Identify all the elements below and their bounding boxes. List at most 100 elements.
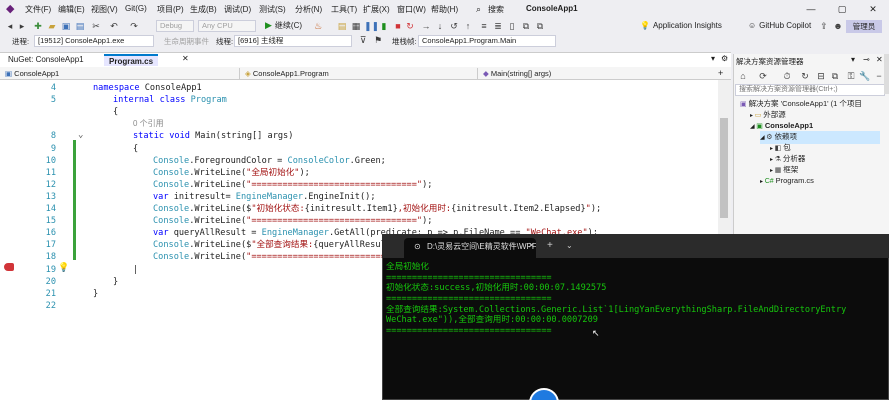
close-window-button[interactable]: ✕ xyxy=(858,2,888,16)
console-tab[interactable]: ⊙ D:\灵易云空间\E精灵软件\WPF xyxy=(404,238,536,258)
continue-button[interactable]: ▶ 继续(C) xyxy=(265,20,302,31)
code-line[interactable]: 11 Console.WriteLine("全局初始化"); xyxy=(0,167,718,179)
menu-item[interactable]: 编辑(E) xyxy=(58,4,85,15)
open-folder-icon[interactable]: ▰ xyxy=(46,20,58,32)
show-all-files-icon[interactable]: ⧉ xyxy=(829,70,841,82)
close-tab-icon[interactable]: ✕ xyxy=(182,54,189,63)
show-next-statement-icon[interactable]: → xyxy=(420,20,432,32)
lifecycle-events-label[interactable]: 生命周期事件 xyxy=(164,36,209,47)
collapse-all-icon[interactable]: ⊟ xyxy=(815,70,827,82)
wrench-icon[interactable]: 🔧 xyxy=(859,70,871,82)
back-icon[interactable]: ◂ xyxy=(4,20,16,32)
refresh-icon[interactable]: ↻ xyxy=(799,70,811,82)
code-line[interactable]: 12 Console.WriteLine("===================… xyxy=(0,179,718,191)
split-editor-icon[interactable]: + xyxy=(718,68,723,78)
console-output[interactable]: 全局初始化 ================================ 初始化… xyxy=(386,262,889,337)
cut-icon[interactable]: ✂ xyxy=(90,20,102,32)
menu-item[interactable]: 文件(F) xyxy=(25,4,51,15)
menu-item[interactable]: 项目(P) xyxy=(157,4,184,15)
step-over-icon[interactable]: ↺ xyxy=(448,20,460,32)
tab-list-dropdown-icon[interactable]: ▾ xyxy=(711,54,715,63)
pause-icon[interactable]: ❚❚ xyxy=(364,20,379,32)
home-icon[interactable]: ⌂ xyxy=(737,70,749,82)
tab-menu-chevron-down-icon[interactable]: ⌄ xyxy=(566,241,573,250)
break-icon[interactable]: ▮ xyxy=(378,20,390,32)
process-dropdown[interactable]: [19512] ConsoleApp1.exe xyxy=(34,35,154,47)
bookmark-next-icon[interactable]: ⧉ xyxy=(520,20,532,32)
code-line[interactable]: 15 Console.WriteLine("===================… xyxy=(0,215,718,227)
admin-badge[interactable]: 管理员 xyxy=(846,20,882,33)
diagnostics-icon[interactable]: ▤ xyxy=(336,20,348,32)
feedback-icon[interactable]: ☻ xyxy=(832,20,844,32)
member-dropdown[interactable]: ◆ Main(string[] args) xyxy=(480,68,716,79)
menu-item[interactable]: 帮助(H) xyxy=(431,4,458,15)
stop-icon[interactable]: ■ xyxy=(392,20,404,32)
tab-program-cs[interactable]: Program.cs xyxy=(104,54,159,66)
flag-icon[interactable]: ⚑ xyxy=(372,34,384,46)
menu-item[interactable]: 生成(B) xyxy=(190,4,217,15)
search-button[interactable]: ⌕ 搜索 xyxy=(476,2,516,16)
configuration-dropdown[interactable]: Debug xyxy=(156,20,194,32)
application-insights-button[interactable]: 💡 Application Insights xyxy=(640,21,722,30)
code-line[interactable]: 5 internal class Program xyxy=(0,94,718,106)
menu-item[interactable]: 测试(S) xyxy=(259,4,286,15)
redo-icon[interactable]: ↷ xyxy=(128,20,140,32)
code-line[interactable]: 0 个引用 xyxy=(0,118,718,130)
close-console-tab-icon[interactable]: ✕ xyxy=(528,241,535,250)
pending-changes-icon[interactable]: ⏱ xyxy=(781,70,793,82)
fold-toggle-icon[interactable]: ⌄ xyxy=(78,130,83,140)
stack-frame-dropdown[interactable]: ConsoleApp1.Program.Main xyxy=(418,35,556,47)
gear-icon[interactable]: ⚙ xyxy=(721,54,728,63)
tree-item[interactable]: ▸ C# Program.cs xyxy=(760,175,814,188)
code-line[interactable]: 10 Console.ForegroundColor = ConsoleColor… xyxy=(0,155,718,167)
live-share-icon[interactable]: ⇪ xyxy=(818,20,830,32)
thread-dropdown[interactable]: [6916] 主线程 xyxy=(234,35,352,47)
current-statement-arrow-icon[interactable] xyxy=(4,263,14,271)
comment-icon[interactable]: ≣ xyxy=(492,20,504,32)
code-line[interactable]: 14 Console.WriteLine($"初始化状态:{initresult.… xyxy=(0,203,718,215)
hot-reload-icon[interactable]: ♨ xyxy=(312,20,324,32)
tab-nuget[interactable]: NuGet: ConsoleApp1 xyxy=(3,54,89,66)
platform-dropdown[interactable]: Any CPU xyxy=(198,20,256,32)
restart-icon[interactable]: ↻ xyxy=(404,20,416,32)
scrollbar-thumb[interactable] xyxy=(720,118,728,218)
menu-item[interactable]: Git(G) xyxy=(125,4,147,13)
bookmark-icon[interactable]: ▯ xyxy=(506,20,518,32)
code-line[interactable]: 4 namespace ConsoleApp1 xyxy=(0,82,718,94)
code-line[interactable]: 9{ xyxy=(0,143,718,155)
pin-icon[interactable]: ⊸ xyxy=(863,55,870,64)
step-out-icon[interactable]: ↑ xyxy=(462,20,474,32)
code-line[interactable]: { xyxy=(0,106,718,118)
quick-action-lightbulb-icon[interactable]: 💡 xyxy=(58,262,69,273)
grid-icon[interactable]: ▦ xyxy=(350,20,362,32)
github-copilot-button[interactable]: ☺ GitHub Copilot xyxy=(748,21,811,30)
menu-item[interactable]: 视图(V) xyxy=(91,4,118,15)
solution-explorer-search-input[interactable]: 搜索解决方案资源管理器(Ctrl+;) xyxy=(735,84,885,96)
code-line[interactable]: 13 var initresult= EngineManager.EngineIn… xyxy=(0,191,718,203)
bookmark-prev-icon[interactable]: ⧉ xyxy=(534,20,546,32)
step-into-icon[interactable]: ↓ xyxy=(434,20,446,32)
properties-icon[interactable]: ⚿ xyxy=(845,70,857,82)
code-line[interactable]: 8 static void Main(string[] args) xyxy=(0,130,718,142)
menu-item[interactable]: 窗口(W) xyxy=(397,4,426,15)
save-all-icon[interactable]: ▤ xyxy=(74,20,86,32)
format-icon[interactable]: ≡ xyxy=(478,20,490,32)
undo-icon[interactable]: ↶ xyxy=(108,20,120,32)
menu-item[interactable]: 扩展(X) xyxy=(363,4,390,15)
maximize-button[interactable]: ▢ xyxy=(827,2,857,16)
project-dropdown[interactable]: ▣ ConsoleApp1 xyxy=(2,68,240,79)
new-tab-icon[interactable]: + xyxy=(547,240,553,251)
filter-icon[interactable]: ⊽ xyxy=(357,34,369,46)
class-dropdown[interactable]: ◈ ConsoleApp1.Program xyxy=(242,68,478,79)
panel-options-icon[interactable]: ▾ xyxy=(851,55,855,64)
forward-icon[interactable]: ▸ xyxy=(16,20,28,32)
menu-item[interactable]: 调试(D) xyxy=(224,4,251,15)
menu-item[interactable]: 工具(T) xyxy=(331,4,357,15)
side-scrollbar[interactable] xyxy=(884,54,889,94)
menu-item[interactable]: 分析(N) xyxy=(295,4,322,15)
sync-icon[interactable]: ⟳ xyxy=(757,70,769,82)
save-icon[interactable]: ▣ xyxy=(60,20,72,32)
minimize-button[interactable]: — xyxy=(796,2,826,16)
new-item-icon[interactable]: ✚ xyxy=(32,20,44,32)
close-panel-icon[interactable]: ✕ xyxy=(876,55,883,64)
